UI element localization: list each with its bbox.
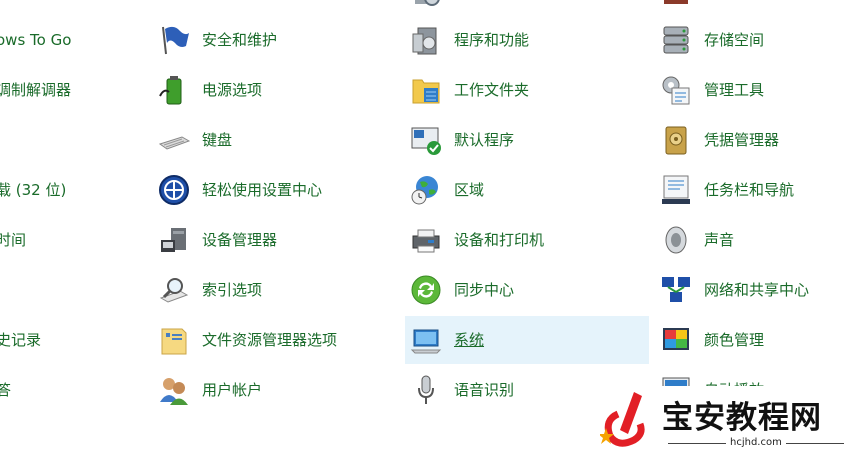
taskbar-navigation-item[interactable]: 任务栏和导航 xyxy=(655,166,854,214)
device-manager-icon xyxy=(158,224,190,256)
region-icon xyxy=(410,174,442,206)
keyboard-icon xyxy=(158,124,190,156)
col0-item-history[interactable]: 史记录 xyxy=(0,316,41,364)
indexing-options-item[interactable]: 索引选项 xyxy=(155,266,399,314)
user-accounts-item[interactable]: 用户帐户 xyxy=(155,366,399,414)
region-item[interactable]: 区域 xyxy=(405,166,649,214)
admin-tools-icon xyxy=(660,74,692,106)
watermark-logo-icon xyxy=(600,392,645,447)
security-maintenance-item[interactable]: 安全和维护 xyxy=(155,16,399,64)
programs-icon xyxy=(410,0,442,6)
default-programs-icon xyxy=(410,124,442,156)
sync-icon xyxy=(410,274,442,306)
programs-features-item[interactable]: 程序和功能 xyxy=(405,16,649,64)
firewall-item-partial[interactable]: 墙 xyxy=(655,0,854,14)
col0-item-windows-to-go[interactable]: ows To Go xyxy=(0,16,71,64)
programs-item-partial[interactable] xyxy=(405,0,649,14)
storage-icon xyxy=(660,24,692,56)
ease-of-access-item[interactable]: 轻松使用设置中心 xyxy=(155,166,399,214)
work-folders-icon xyxy=(410,74,442,106)
watermark-divider-right xyxy=(786,443,844,444)
firewall-icon xyxy=(660,0,692,6)
speaker-icon xyxy=(660,224,692,256)
system-icon xyxy=(410,324,442,356)
printer-icon xyxy=(410,224,442,256)
indexing-icon xyxy=(158,274,190,306)
col0-item-download-32bit[interactable]: 载 (32 位) xyxy=(0,166,66,214)
flag-icon xyxy=(158,24,190,56)
power-options-item[interactable]: 电源选项 xyxy=(155,66,399,114)
sound-item[interactable]: 声音 xyxy=(655,216,854,264)
folder-options-icon xyxy=(158,324,190,356)
programs-icon xyxy=(410,24,442,56)
col0-item-modem[interactable]: 调制解调器 xyxy=(0,66,71,114)
network-icon xyxy=(660,274,692,306)
file-explorer-options-item[interactable]: 文件资源管理器选项 xyxy=(155,316,399,364)
watermark-url: hcjhd.com xyxy=(730,437,782,448)
ease-of-access-icon xyxy=(158,174,190,206)
keyboard-item[interactable]: 键盘 xyxy=(155,116,399,164)
watermark-title: 宝安教程网 xyxy=(662,400,822,436)
battery-icon xyxy=(158,74,190,106)
col0-item-time[interactable]: 时间 xyxy=(0,216,26,264)
color-management-item[interactable]: 颜色管理 xyxy=(655,316,854,364)
site-watermark: 宝安教程网 hcjhd.com xyxy=(600,388,850,452)
storage-spaces-item[interactable]: 存储空间 xyxy=(655,16,854,64)
col0-item-answer[interactable]: 答 xyxy=(0,366,11,414)
users-icon xyxy=(158,374,190,406)
credential-icon xyxy=(660,124,692,156)
default-programs-item[interactable]: 默认程序 xyxy=(405,116,649,164)
devices-printers-item[interactable]: 设备和打印机 xyxy=(405,216,649,264)
credential-manager-item[interactable]: 凭据管理器 xyxy=(655,116,854,164)
system-item[interactable]: 系统 xyxy=(405,316,649,364)
device-manager-item[interactable]: 设备管理器 xyxy=(155,216,399,264)
microphone-icon xyxy=(410,374,442,406)
work-folders-item[interactable]: 工作文件夹 xyxy=(405,66,649,114)
network-sharing-center-item[interactable]: 网络和共享中心 xyxy=(655,266,854,314)
sync-center-item[interactable]: 同步中心 xyxy=(405,266,649,314)
taskbar-icon xyxy=(660,174,692,206)
administrative-tools-item[interactable]: 管理工具 xyxy=(655,66,854,114)
color-management-icon xyxy=(660,324,692,356)
watermark-divider-left xyxy=(668,443,726,444)
